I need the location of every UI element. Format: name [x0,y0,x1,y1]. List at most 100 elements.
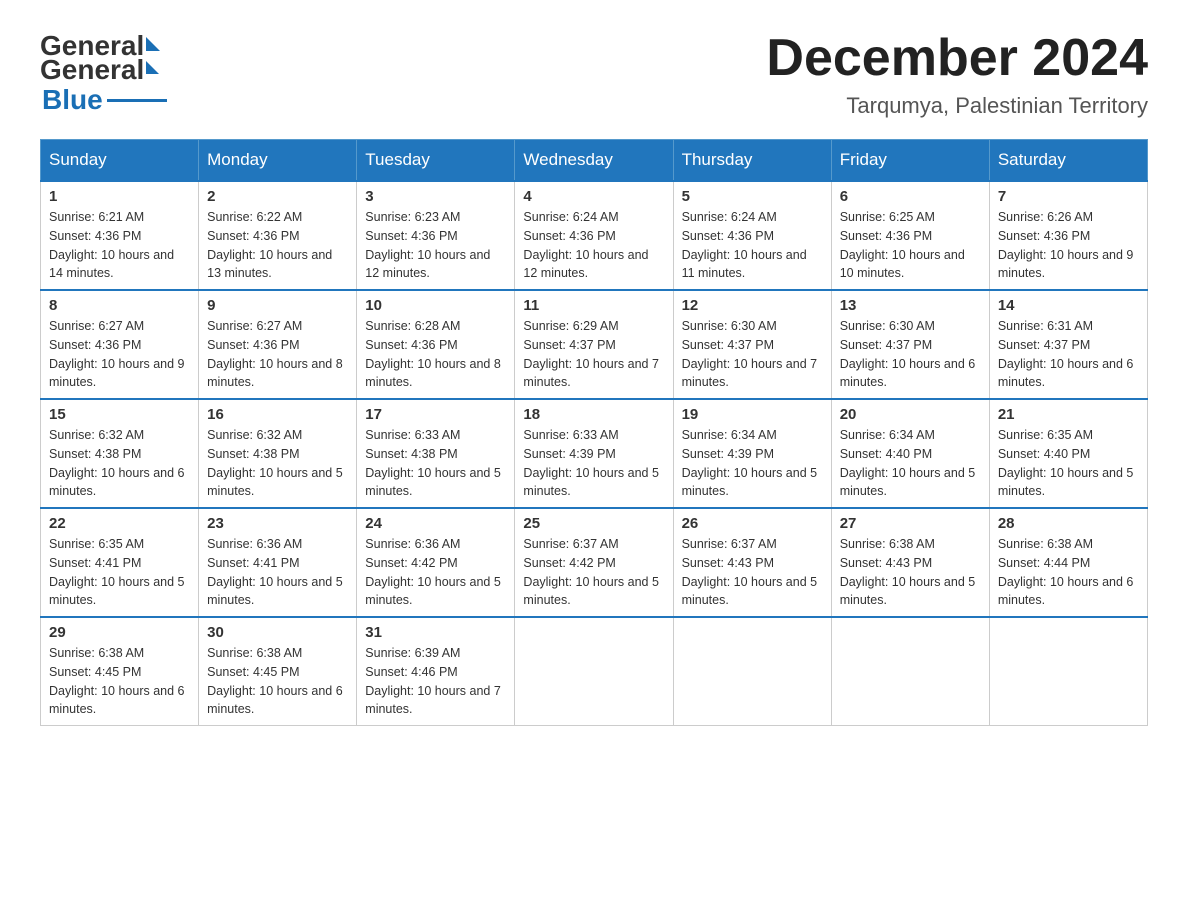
day-info: Sunrise: 6:24 AMSunset: 4:36 PMDaylight:… [682,208,823,283]
calendar-cell: 28 Sunrise: 6:38 AMSunset: 4:44 PMDaylig… [989,508,1147,617]
logo-underline [107,99,167,102]
day-info: Sunrise: 6:32 AMSunset: 4:38 PMDaylight:… [207,426,348,501]
day-number: 23 [207,515,348,532]
weekday-header-tuesday: Tuesday [357,140,515,182]
day-number: 16 [207,406,348,423]
day-number: 17 [365,406,506,423]
day-info: Sunrise: 6:34 AMSunset: 4:39 PMDaylight:… [682,426,823,501]
day-info: Sunrise: 6:38 AMSunset: 4:45 PMDaylight:… [49,644,190,719]
day-info: Sunrise: 6:24 AMSunset: 4:36 PMDaylight:… [523,208,664,283]
weekday-header-row: SundayMondayTuesdayWednesdayThursdayFrid… [41,140,1148,182]
page-header: General General Blue December 2024 Tarqu… [40,30,1148,119]
day-info: Sunrise: 6:37 AMSunset: 4:42 PMDaylight:… [523,535,664,610]
calendar-cell: 13 Sunrise: 6:30 AMSunset: 4:37 PMDaylig… [831,290,989,399]
day-info: Sunrise: 6:26 AMSunset: 4:36 PMDaylight:… [998,208,1139,283]
calendar-cell: 21 Sunrise: 6:35 AMSunset: 4:40 PMDaylig… [989,399,1147,508]
day-number: 28 [998,515,1139,532]
logo-triangle-icon [146,37,160,51]
logo: General General Blue [40,30,167,116]
day-number: 31 [365,624,506,641]
day-info: Sunrise: 6:32 AMSunset: 4:38 PMDaylight:… [49,426,190,501]
day-info: Sunrise: 6:34 AMSunset: 4:40 PMDaylight:… [840,426,981,501]
calendar-cell [673,617,831,726]
day-number: 7 [998,188,1139,205]
day-number: 18 [523,406,664,423]
week-row-1: 1 Sunrise: 6:21 AMSunset: 4:36 PMDayligh… [41,181,1148,290]
calendar-cell: 11 Sunrise: 6:29 AMSunset: 4:37 PMDaylig… [515,290,673,399]
day-number: 2 [207,188,348,205]
day-info: Sunrise: 6:36 AMSunset: 4:41 PMDaylight:… [207,535,348,610]
calendar-cell: 4 Sunrise: 6:24 AMSunset: 4:36 PMDayligh… [515,181,673,290]
day-info: Sunrise: 6:38 AMSunset: 4:44 PMDaylight:… [998,535,1139,610]
day-number: 15 [49,406,190,423]
day-info: Sunrise: 6:38 AMSunset: 4:45 PMDaylight:… [207,644,348,719]
calendar-cell: 31 Sunrise: 6:39 AMSunset: 4:46 PMDaylig… [357,617,515,726]
calendar-cell: 8 Sunrise: 6:27 AMSunset: 4:36 PMDayligh… [41,290,199,399]
calendar-cell: 15 Sunrise: 6:32 AMSunset: 4:38 PMDaylig… [41,399,199,508]
day-number: 22 [49,515,190,532]
day-number: 11 [523,297,664,314]
day-info: Sunrise: 6:27 AMSunset: 4:36 PMDaylight:… [207,317,348,392]
logo-general-word: General [40,54,144,86]
day-number: 14 [998,297,1139,314]
day-info: Sunrise: 6:30 AMSunset: 4:37 PMDaylight:… [682,317,823,392]
day-info: Sunrise: 6:25 AMSunset: 4:36 PMDaylight:… [840,208,981,283]
weekday-header-friday: Friday [831,140,989,182]
month-title: December 2024 [766,30,1148,87]
calendar-cell: 22 Sunrise: 6:35 AMSunset: 4:41 PMDaylig… [41,508,199,617]
calendar-cell: 30 Sunrise: 6:38 AMSunset: 4:45 PMDaylig… [199,617,357,726]
calendar-cell: 19 Sunrise: 6:34 AMSunset: 4:39 PMDaylig… [673,399,831,508]
day-info: Sunrise: 6:31 AMSunset: 4:37 PMDaylight:… [998,317,1139,392]
day-info: Sunrise: 6:28 AMSunset: 4:36 PMDaylight:… [365,317,506,392]
calendar-cell: 23 Sunrise: 6:36 AMSunset: 4:41 PMDaylig… [199,508,357,617]
day-info: Sunrise: 6:35 AMSunset: 4:40 PMDaylight:… [998,426,1139,501]
calendar-cell: 10 Sunrise: 6:28 AMSunset: 4:36 PMDaylig… [357,290,515,399]
calendar-cell: 14 Sunrise: 6:31 AMSunset: 4:37 PMDaylig… [989,290,1147,399]
calendar-cell [515,617,673,726]
day-number: 12 [682,297,823,314]
weekday-header-monday: Monday [199,140,357,182]
calendar-cell: 5 Sunrise: 6:24 AMSunset: 4:36 PMDayligh… [673,181,831,290]
title-section: December 2024 Tarqumya, Palestinian Terr… [766,30,1148,119]
calendar-cell: 7 Sunrise: 6:26 AMSunset: 4:36 PMDayligh… [989,181,1147,290]
calendar-cell [831,617,989,726]
day-number: 19 [682,406,823,423]
day-info: Sunrise: 6:27 AMSunset: 4:36 PMDaylight:… [49,317,190,392]
calendar-cell: 6 Sunrise: 6:25 AMSunset: 4:36 PMDayligh… [831,181,989,290]
day-info: Sunrise: 6:35 AMSunset: 4:41 PMDaylight:… [49,535,190,610]
calendar-cell: 17 Sunrise: 6:33 AMSunset: 4:38 PMDaylig… [357,399,515,508]
weekday-header-wednesday: Wednesday [515,140,673,182]
day-info: Sunrise: 6:21 AMSunset: 4:36 PMDaylight:… [49,208,190,283]
day-number: 1 [49,188,190,205]
weekday-header-thursday: Thursday [673,140,831,182]
day-info: Sunrise: 6:37 AMSunset: 4:43 PMDaylight:… [682,535,823,610]
day-number: 21 [998,406,1139,423]
calendar-cell: 26 Sunrise: 6:37 AMSunset: 4:43 PMDaylig… [673,508,831,617]
day-number: 30 [207,624,348,641]
day-number: 25 [523,515,664,532]
day-number: 9 [207,297,348,314]
week-row-5: 29 Sunrise: 6:38 AMSunset: 4:45 PMDaylig… [41,617,1148,726]
day-number: 26 [682,515,823,532]
day-info: Sunrise: 6:39 AMSunset: 4:46 PMDaylight:… [365,644,506,719]
day-number: 8 [49,297,190,314]
logo-blue-text: Blue [42,84,103,116]
calendar-cell: 24 Sunrise: 6:36 AMSunset: 4:42 PMDaylig… [357,508,515,617]
day-number: 10 [365,297,506,314]
weekday-header-saturday: Saturday [989,140,1147,182]
day-number: 5 [682,188,823,205]
calendar-cell: 9 Sunrise: 6:27 AMSunset: 4:36 PMDayligh… [199,290,357,399]
calendar-table: SundayMondayTuesdayWednesdayThursdayFrid… [40,139,1148,726]
day-number: 6 [840,188,981,205]
day-number: 13 [840,297,981,314]
day-info: Sunrise: 6:36 AMSunset: 4:42 PMDaylight:… [365,535,506,610]
calendar-cell: 20 Sunrise: 6:34 AMSunset: 4:40 PMDaylig… [831,399,989,508]
day-number: 20 [840,406,981,423]
location-text: Tarqumya, Palestinian Territory [766,93,1148,119]
week-row-4: 22 Sunrise: 6:35 AMSunset: 4:41 PMDaylig… [41,508,1148,617]
day-info: Sunrise: 6:33 AMSunset: 4:38 PMDaylight:… [365,426,506,501]
week-row-3: 15 Sunrise: 6:32 AMSunset: 4:38 PMDaylig… [41,399,1148,508]
calendar-cell: 2 Sunrise: 6:22 AMSunset: 4:36 PMDayligh… [199,181,357,290]
day-info: Sunrise: 6:23 AMSunset: 4:36 PMDaylight:… [365,208,506,283]
day-info: Sunrise: 6:33 AMSunset: 4:39 PMDaylight:… [523,426,664,501]
